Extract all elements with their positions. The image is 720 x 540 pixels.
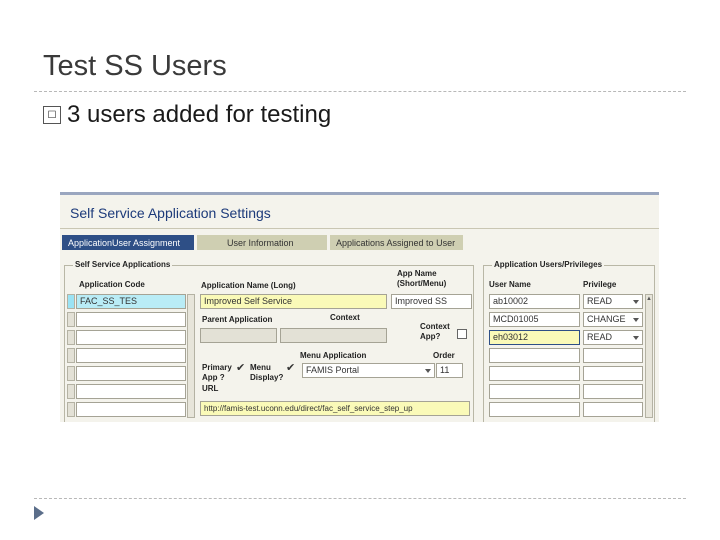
- users-legend: Application Users/Privileges: [492, 260, 605, 269]
- bullet-marker-icon: ☐: [43, 106, 61, 124]
- chevron-down-icon[interactable]: [633, 318, 639, 322]
- tab-application-user-assignment[interactable]: ApplicationUser Assignment: [62, 235, 194, 250]
- record-marker[interactable]: [67, 330, 75, 345]
- privilege-select-empty[interactable]: [583, 366, 643, 381]
- app-code-field-empty[interactable]: [76, 312, 186, 327]
- title-divider: [34, 91, 686, 92]
- footer-divider: [34, 498, 686, 499]
- app-code-field-empty[interactable]: [76, 402, 186, 417]
- record-marker[interactable]: [67, 366, 75, 381]
- record-marker[interactable]: [67, 312, 75, 327]
- app-code-field-empty[interactable]: [76, 384, 186, 399]
- col-user-name: User Name: [489, 280, 531, 289]
- privilege-value: READ: [587, 332, 613, 342]
- bullet-text: 3 users added for testing: [67, 101, 332, 128]
- app-name-short-field[interactable]: Improved SS: [391, 294, 472, 309]
- users-scrollbar[interactable]: ▲: [645, 294, 653, 418]
- record-marker[interactable]: [67, 402, 75, 417]
- apps-scrollbar[interactable]: [187, 294, 195, 418]
- privilege-select[interactable]: READ: [583, 330, 643, 345]
- menu-display-label: Menu Display?: [250, 363, 284, 382]
- tab-applications-assigned[interactable]: Applications Assigned to User: [330, 235, 463, 250]
- user-name-field-selected[interactable]: eh03012: [489, 330, 580, 345]
- record-marker[interactable]: [67, 384, 75, 399]
- context-app-label: Context App?: [420, 322, 450, 341]
- app-name-long-field[interactable]: Improved Self Service: [200, 294, 387, 309]
- context-app-checkbox[interactable]: [457, 329, 467, 339]
- title-rule: [60, 228, 659, 229]
- url-field[interactable]: http://famis-test.uconn.edu/direct/fac_s…: [200, 401, 470, 416]
- url-label: URL: [202, 384, 219, 393]
- col-app-name-long: Application Name (Long): [201, 281, 296, 290]
- user-name-field-empty[interactable]: [489, 366, 580, 381]
- parent-app-field[interactable]: [200, 328, 277, 343]
- user-name-field-empty[interactable]: [489, 402, 580, 417]
- user-name-field[interactable]: ab10002: [489, 294, 580, 309]
- user-name-field-empty[interactable]: [489, 384, 580, 399]
- user-name-field[interactable]: MCD01005: [489, 312, 580, 327]
- col-privilege: Privilege: [583, 280, 617, 289]
- scroll-up-icon[interactable]: ▲: [646, 295, 652, 303]
- context-field[interactable]: [280, 328, 387, 343]
- privilege-select-empty[interactable]: [583, 402, 643, 417]
- menu-app-value: FAMIS Portal: [306, 365, 360, 375]
- tab-user-information[interactable]: User Information: [197, 235, 327, 250]
- window-title: Self Service Application Settings: [70, 205, 271, 221]
- app-screenshot: Self Service Application Settings Applic…: [60, 192, 659, 422]
- app-code-field-empty[interactable]: [76, 366, 186, 381]
- record-marker[interactable]: [67, 348, 75, 363]
- primary-app-label: Primary App ?: [202, 363, 232, 382]
- chevron-down-icon[interactable]: [633, 300, 639, 304]
- chevron-down-icon[interactable]: [633, 336, 639, 340]
- order-label: Order: [433, 351, 455, 360]
- privilege-value: READ: [587, 296, 613, 306]
- menu-app-label: Menu Application: [300, 351, 367, 360]
- privilege-value: CHANGE: [587, 314, 626, 324]
- context-label: Context: [330, 313, 360, 322]
- primary-app-checkmark-icon[interactable]: ✔: [236, 361, 245, 374]
- privilege-select-empty[interactable]: [583, 348, 643, 363]
- menu-app-select[interactable]: FAMIS Portal: [302, 363, 435, 378]
- chevron-down-icon[interactable]: [425, 369, 431, 373]
- col-app-name-short: App Name (Short/Menu): [397, 269, 447, 288]
- bullet-item: ☐ 3 users added for testing: [43, 101, 331, 129]
- privilege-select[interactable]: READ: [583, 294, 643, 309]
- slide-title: Test SS Users: [43, 50, 227, 82]
- slide-nav-arrow-icon: [34, 506, 44, 520]
- menu-display-checkmark-icon[interactable]: ✔: [286, 361, 295, 374]
- app-code-field[interactable]: FAC_SS_TES: [76, 294, 186, 309]
- app-code-field-empty[interactable]: [76, 348, 186, 363]
- privilege-select[interactable]: CHANGE: [583, 312, 643, 327]
- privilege-select-empty[interactable]: [583, 384, 643, 399]
- order-field[interactable]: 11: [436, 363, 463, 378]
- ss-apps-legend: Self Service Applications: [73, 260, 173, 269]
- user-name-field-empty[interactable]: [489, 348, 580, 363]
- app-code-field-empty[interactable]: [76, 330, 186, 345]
- col-app-code: Application Code: [79, 280, 145, 289]
- parent-app-label: Parent Application: [202, 315, 273, 324]
- record-marker-current[interactable]: [67, 294, 75, 309]
